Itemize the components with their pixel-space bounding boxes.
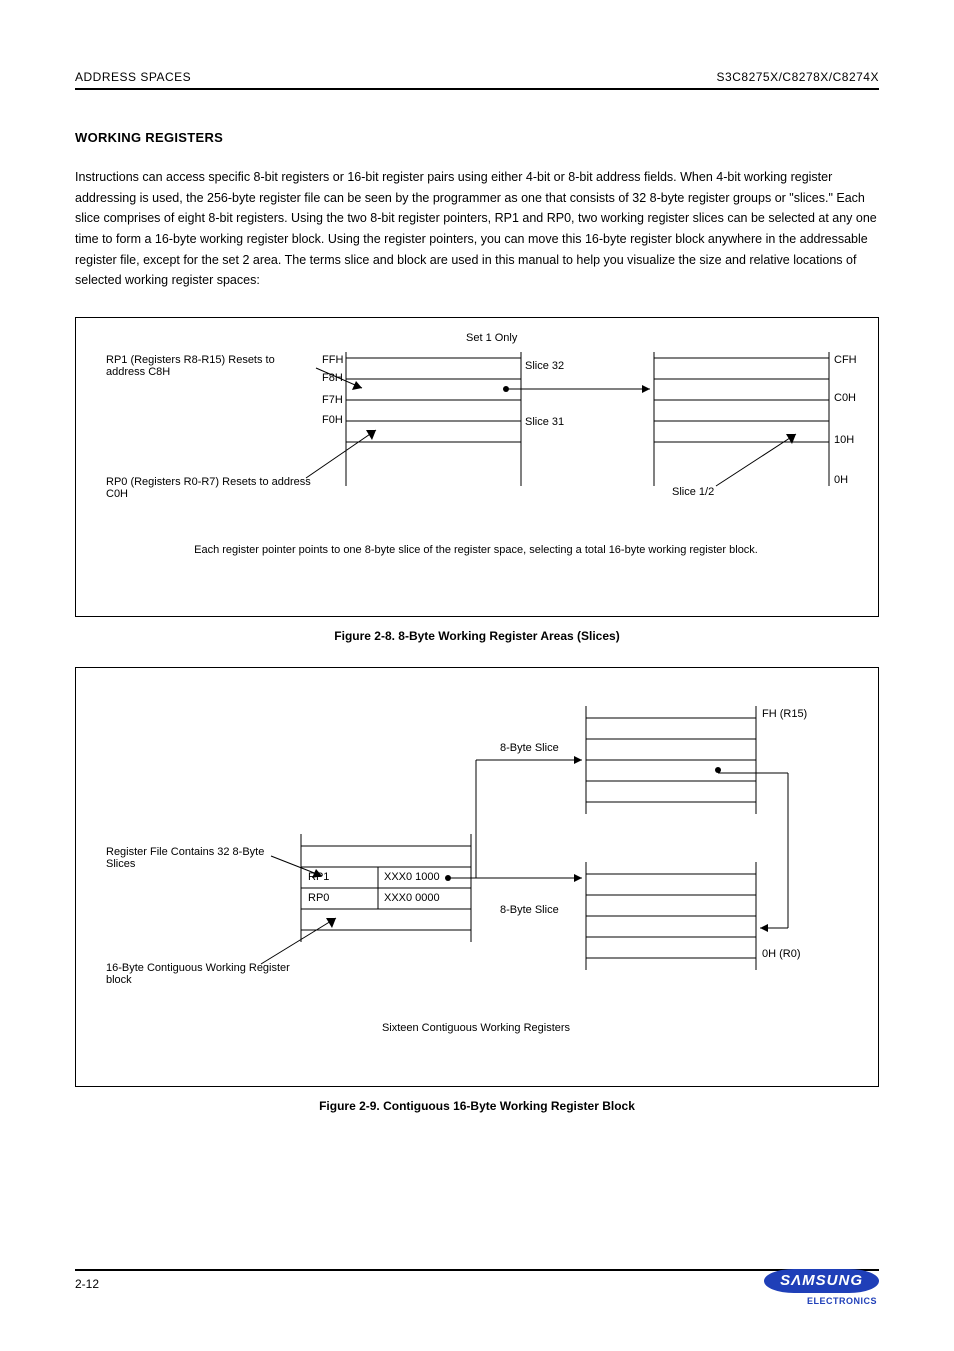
- fig2-note: Sixteen Contiguous Working Registers: [106, 1022, 846, 1034]
- fig1-caption: Figure 2-8. 8-Byte Working Register Area…: [75, 629, 879, 643]
- fig1-10h: 10H: [834, 434, 854, 446]
- figure-8-box: Set 1 Only: [75, 317, 879, 617]
- fig1-ffh: FFH: [322, 354, 343, 366]
- body-paragraph: Instructions can access specific 8-bit r…: [75, 167, 879, 291]
- fig1-0h: 0H: [834, 474, 848, 486]
- fig2-8b: 8-Byte Slice: [500, 904, 559, 916]
- page-footer: 2-12: [75, 1269, 879, 1291]
- fig2-rp0-side: Register File Contains 32 8-Byte Slices: [106, 846, 276, 870]
- electronics-label: ELECTRONICS: [764, 1296, 879, 1306]
- section-title: WORKING REGISTERS: [75, 130, 879, 145]
- samsung-logo-icon: SΛMSUNG: [764, 1269, 879, 1293]
- fig1-rp0-text: RP0 (Registers R0-R7) Resets to address …: [106, 476, 316, 500]
- fig2-rp0-label: RP0: [308, 892, 329, 904]
- figure-9-box: FH (R15) 0H (R0) Register File Contains …: [75, 667, 879, 1087]
- fig2-left-top: FH (R15): [762, 708, 807, 720]
- page-number: 2-12: [75, 1277, 99, 1291]
- fig1-slice31: Slice 31: [525, 416, 564, 428]
- fig1-f8h: F8H: [322, 372, 343, 384]
- brand-logo: SΛMSUNG ELECTRONICS: [764, 1269, 879, 1306]
- page-header: ADDRESS SPACES S3C8275X/C8278X/C8274X: [75, 70, 879, 90]
- header-left: ADDRESS SPACES: [75, 70, 191, 84]
- fig2-left-bot: 0H (R0): [762, 948, 801, 960]
- fig1-note: Each register pointer points to one 8-by…: [106, 544, 846, 556]
- fig1-f0h: F0H: [322, 414, 343, 426]
- fig1-slice12: Slice 1/2: [672, 486, 714, 498]
- fig1-rp1-text: RP1 (Registers R8-R15) Resets to address…: [106, 354, 316, 378]
- header-right: S3C8275X/C8278X/C8274X: [717, 70, 879, 84]
- fig2-xxx1: XXX0 1000: [384, 871, 440, 883]
- fig2-caption: Figure 2-9. Contiguous 16-Byte Working R…: [75, 1099, 879, 1113]
- fig2-sixteen: 16-Byte Contiguous Working Register bloc…: [106, 962, 296, 986]
- fig1-c0h: C0H: [834, 392, 856, 404]
- fig1-slice32: Slice 32: [525, 360, 564, 372]
- fig1-cfh: CFH: [834, 354, 857, 366]
- fig1-f7h: F7H: [322, 394, 343, 406]
- fig2-rp1-label: RP1: [308, 871, 329, 883]
- fig2-xxx0: XXX0 0000: [384, 892, 440, 904]
- fig2-8a: 8-Byte Slice: [500, 742, 559, 754]
